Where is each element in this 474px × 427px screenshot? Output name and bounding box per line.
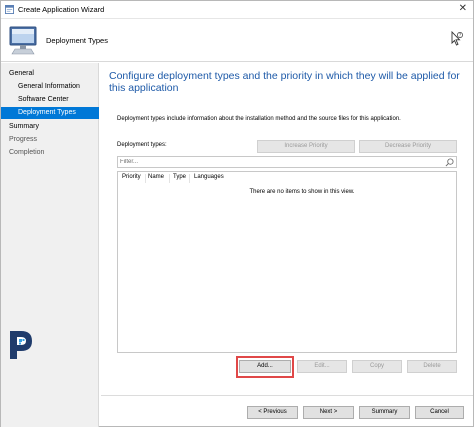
column-separator: [145, 174, 146, 183]
column-header-name[interactable]: Name: [148, 174, 164, 180]
close-icon[interactable]: ✕: [459, 3, 467, 15]
cancel-button[interactable]: Cancel: [415, 406, 464, 419]
window-title: Create Application Wizard: [18, 5, 105, 14]
increase-priority-button[interactable]: Increase Priority: [257, 140, 355, 153]
edit-button[interactable]: Edit...: [297, 360, 347, 373]
deployment-types-list[interactable]: Priority Name Type Languages There are n…: [117, 171, 457, 353]
nav-item-general-information[interactable]: General Information: [1, 81, 99, 93]
copy-button[interactable]: Copy: [352, 360, 402, 373]
filter-box: [117, 156, 457, 168]
wizard-header: Deployment Types ?: [1, 20, 473, 62]
help-cursor-icon[interactable]: ?: [449, 31, 463, 47]
wizard-window-icon: [5, 5, 14, 14]
page-title: Configure deployment types and the prior…: [109, 70, 460, 94]
nav-item-summary[interactable]: Summary: [1, 121, 99, 133]
title-bar: Create Application Wizard ✕: [1, 1, 473, 19]
nav-item-software-center[interactable]: Software Center: [1, 94, 99, 106]
deployment-types-label: Deployment types:: [117, 142, 167, 148]
wizard-window: Create Application Wizard ✕ Deployment T…: [0, 0, 474, 427]
column-separator: [169, 174, 170, 183]
nav-item-deployment-types[interactable]: Deployment Types: [1, 107, 99, 119]
page-description: Deployment types include information abo…: [117, 116, 401, 122]
column-header-type[interactable]: Type: [173, 174, 186, 180]
add-button[interactable]: Add...: [239, 360, 291, 373]
computer-monitor-icon: [9, 26, 37, 55]
search-icon[interactable]: [445, 158, 454, 167]
empty-list-message: There are no items to show in this view.: [249, 189, 355, 195]
column-header-languages[interactable]: Languages: [194, 174, 224, 180]
filter-input[interactable]: [120, 157, 440, 167]
nav-item-general[interactable]: General: [1, 68, 99, 80]
nav-item-progress: Progress: [9, 136, 38, 143]
nav-item-completion: Completion: [9, 149, 45, 156]
delete-button[interactable]: Delete: [407, 360, 457, 373]
wizard-nav: General General Information Software Cen…: [1, 63, 99, 427]
column-header-priority[interactable]: Priority: [122, 174, 141, 180]
summary-button[interactable]: Summary: [359, 406, 410, 419]
page-heading: Deployment Types: [46, 36, 108, 45]
brand-logo-icon: [10, 331, 32, 359]
footer-divider: [101, 395, 473, 396]
next-button[interactable]: Next >: [303, 406, 354, 419]
svg-text:?: ?: [459, 33, 461, 38]
previous-button[interactable]: < Previous: [247, 406, 298, 419]
column-separator: [189, 174, 190, 183]
decrease-priority-button[interactable]: Decrease Priority: [359, 140, 457, 153]
